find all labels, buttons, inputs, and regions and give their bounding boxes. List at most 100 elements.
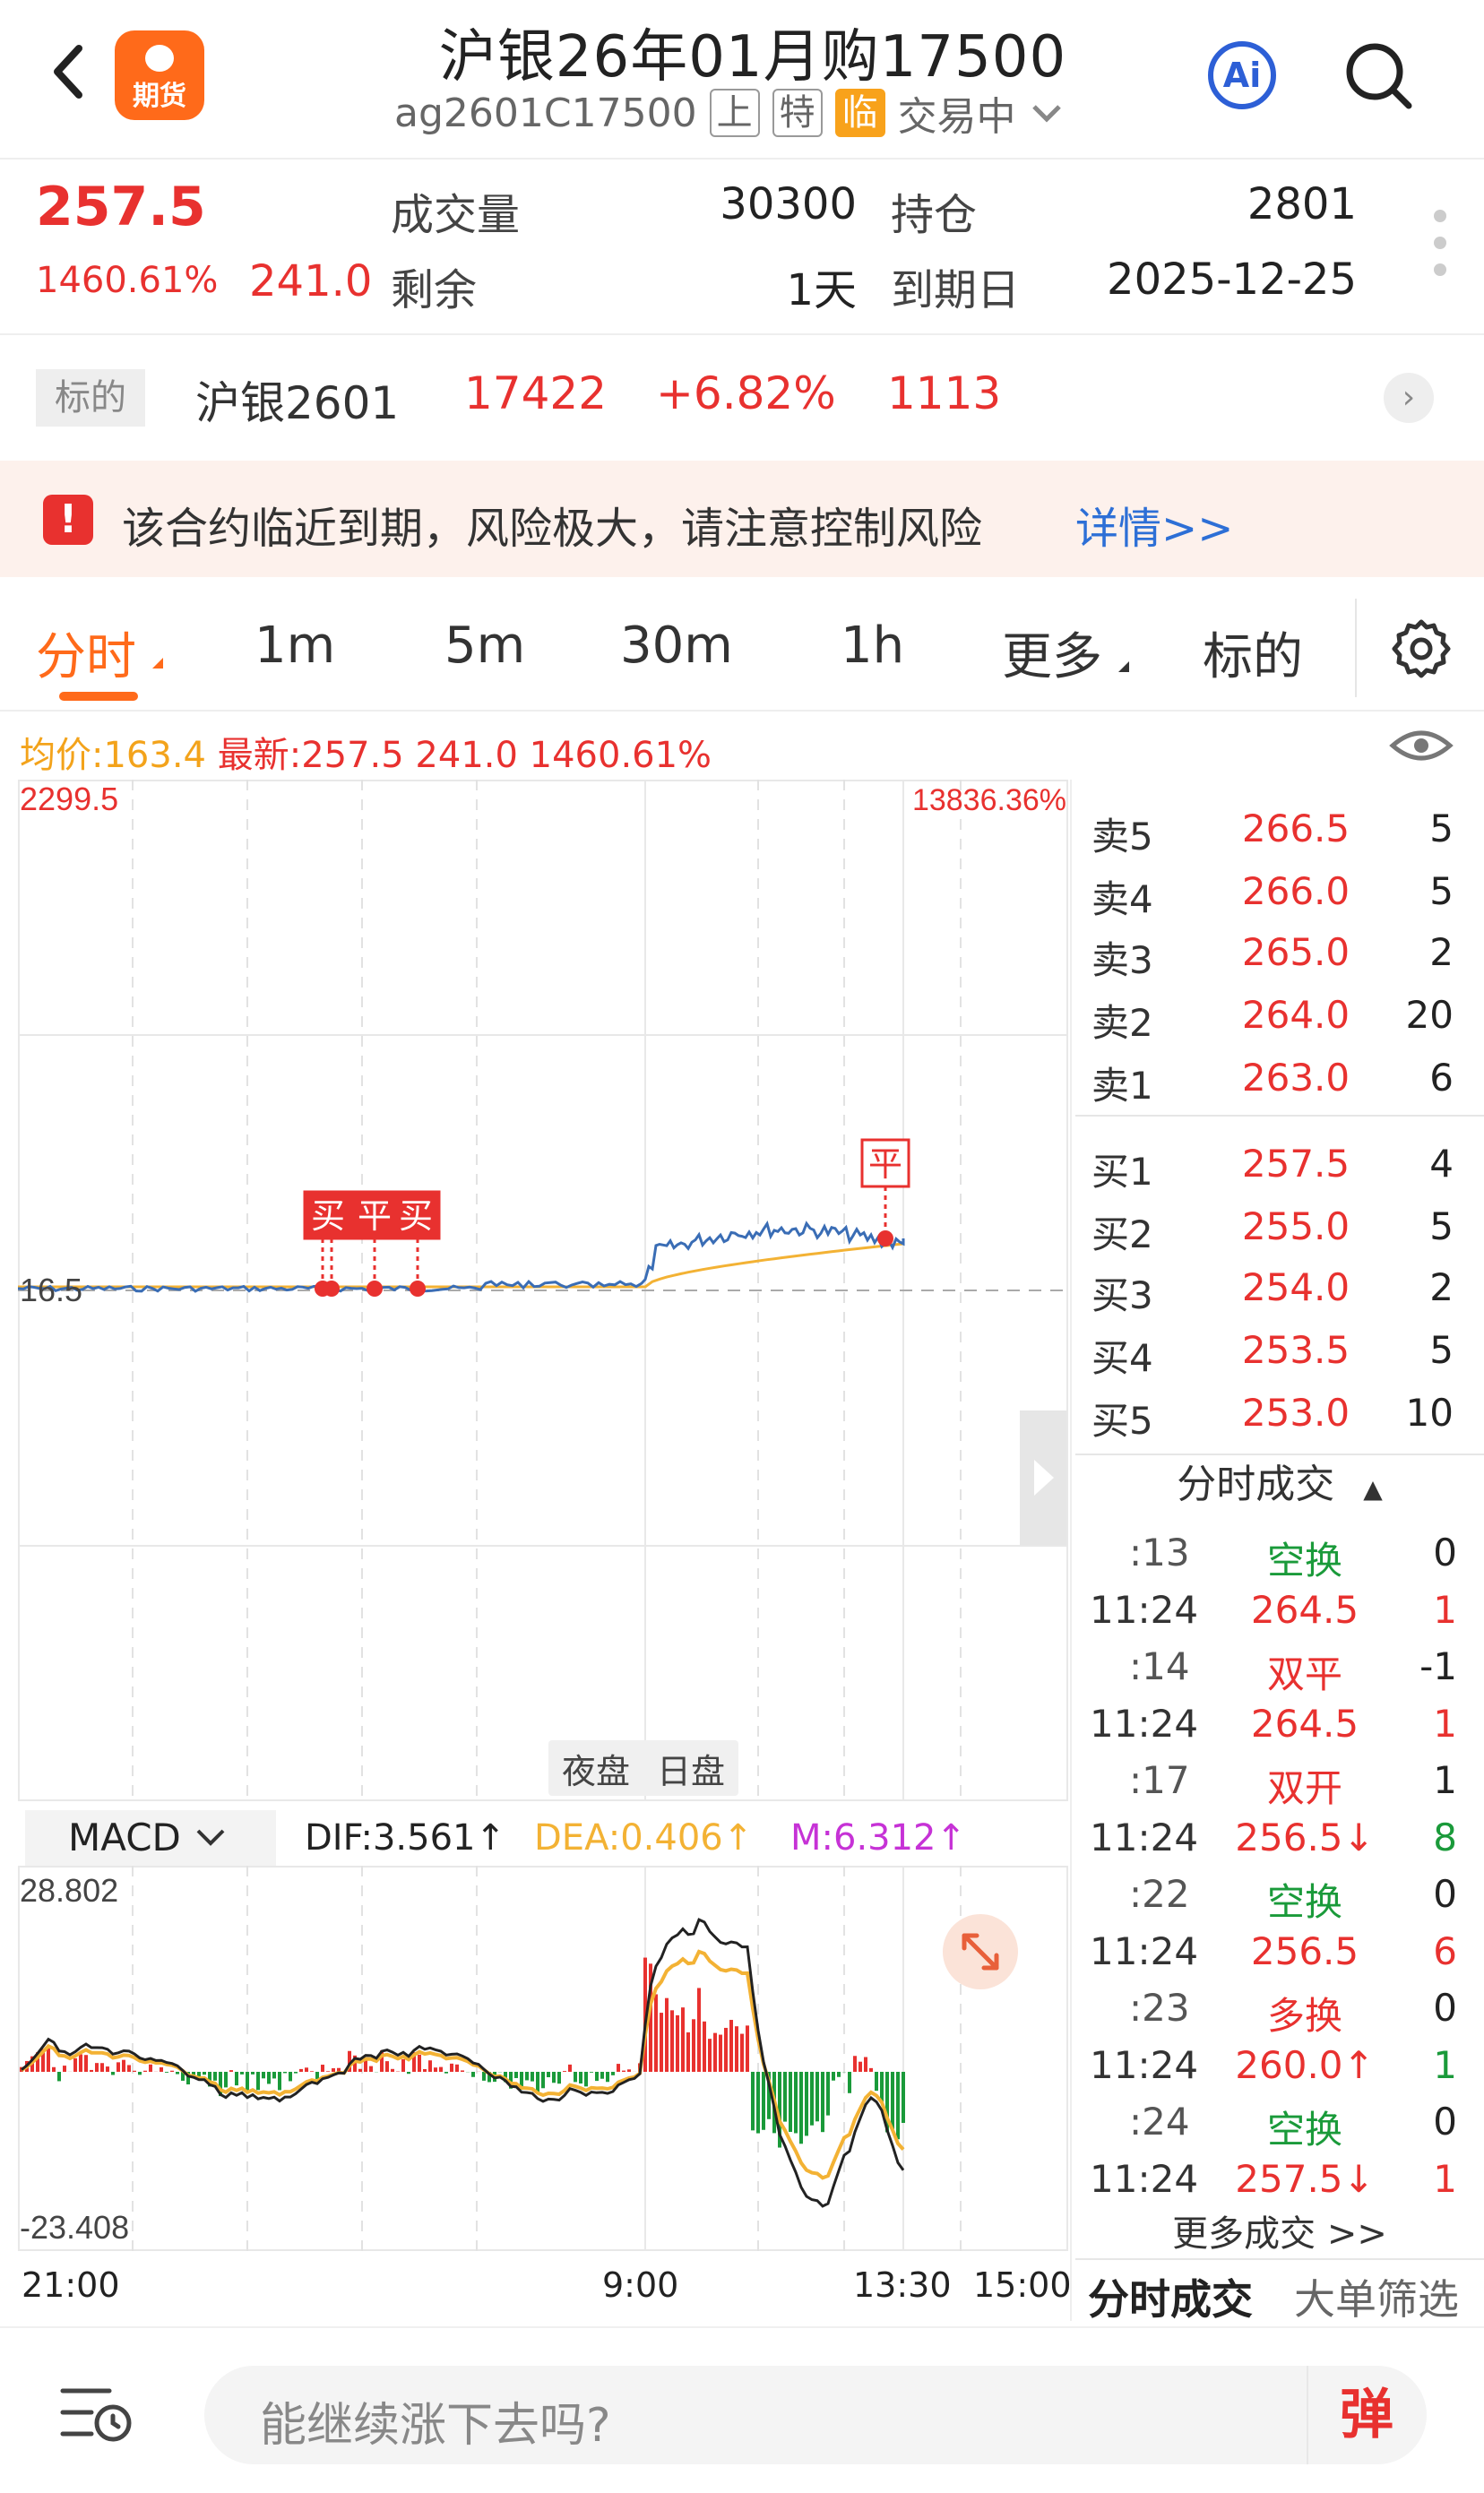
tab-1m[interactable]: 1m [255, 617, 335, 675]
trade-marker[interactable]: 买 [303, 1190, 353, 1297]
ask-row[interactable]: 卖4 266.0 5 [1075, 858, 1470, 921]
macd-dashed-grid [132, 1866, 962, 2251]
macd-bar [439, 2066, 443, 2072]
risk-details-link[interactable]: 详情>> [1075, 493, 1233, 556]
macd-bar [369, 2066, 373, 2072]
macd-bar [789, 2072, 792, 2133]
gear-icon[interactable] [1387, 615, 1455, 683]
macd-bar [848, 2072, 851, 2093]
tab-more[interactable]: 更多 [1002, 617, 1102, 689]
last-price: 257.5 [36, 176, 206, 238]
eye-icon[interactable] [1387, 720, 1455, 771]
more-trades-link[interactable]: 更多成交 >> [1075, 2204, 1484, 2256]
back-arrow-icon[interactable] [43, 36, 106, 108]
macd-bar [858, 2061, 862, 2072]
trade-price: 空换 [1266, 1880, 1342, 1924]
trade-price: 双平 [1266, 1652, 1342, 1696]
ask-row[interactable]: 卖2 264.0 20 [1075, 982, 1470, 1045]
futures-app-logo[interactable]: 期货 [115, 30, 204, 120]
macd-dea: DEA:0.406↑ [534, 1817, 754, 1859]
day-session-label[interactable]: 日盘 [657, 1744, 725, 1793]
top-header: 期货 沪银26年01月购17500 ag2601C17500 上 特 临 交易中… [0, 0, 1484, 158]
ask-row[interactable]: 卖3 265.0 2 [1075, 919, 1470, 982]
trade-price: 257.5↓ [1235, 2156, 1375, 2201]
ask-qty: 20 [1405, 993, 1454, 1037]
pct-change: 1460.61% [36, 260, 219, 301]
tab-30m[interactable]: 30m [620, 617, 733, 675]
ai-assistant-icon[interactable]: Ai [1208, 41, 1276, 109]
tab-intraday[interactable]: 分时 [36, 617, 136, 689]
bid-row[interactable]: 买2 255.0 5 [1075, 1194, 1470, 1256]
macd-bar [240, 2072, 244, 2075]
bid-price: 253.0 [1241, 1391, 1350, 1435]
ask-level-label: 卖1 [1091, 1064, 1153, 1108]
trade-time: :22 [1129, 1872, 1190, 1916]
expand-icon[interactable] [943, 1914, 1018, 1989]
macd-bar [574, 2072, 577, 2083]
trade-qty: -1 [1419, 1644, 1457, 1688]
macd-bar [278, 2072, 281, 2091]
bid-row[interactable]: 买3 254.0 2 [1075, 1255, 1470, 1317]
trade-time: 11:24 [1090, 2156, 1199, 2201]
ask-row[interactable]: 卖5 266.5 5 [1075, 796, 1470, 858]
bid-row[interactable]: 买1 257.5 4 [1075, 1131, 1470, 1194]
night-session-label[interactable]: 夜盘 [562, 1744, 630, 1793]
macd-chart[interactable]: 28.802 -23.408 [18, 1866, 1068, 2251]
macd-bar [729, 2020, 733, 2072]
trades-header[interactable]: 分时成交 ▲ [1075, 1455, 1484, 1514]
intraday-chart[interactable]: 买平买平 2299.5 13836.36% 16.5 [18, 780, 1068, 1801]
macd-bar [428, 2060, 432, 2072]
bid-price: 255.0 [1241, 1204, 1350, 1248]
contract-subline[interactable]: ag2601C17500 上 特 临 交易中 [394, 86, 1065, 140]
tab-underlying[interactable]: 标的 [1203, 617, 1303, 689]
trade-marker-label: 平 [358, 1196, 392, 1236]
trade-qty: 6 [1433, 1928, 1457, 1973]
macd-bar [740, 2033, 744, 2072]
macd-bar [267, 2072, 271, 2084]
macd-bar [697, 1988, 701, 2072]
ask-row[interactable]: 卖1 263.0 6 [1075, 1045, 1470, 1108]
macd-bar [133, 2070, 136, 2072]
macd-bar [326, 2071, 330, 2072]
collapse-panel-handle[interactable] [1020, 1410, 1066, 1545]
macd-bar [600, 2072, 604, 2079]
more-dots-icon[interactable] [1434, 210, 1448, 285]
macd-bar [660, 2013, 663, 2072]
trade-time: :24 [1129, 2100, 1190, 2144]
bid-qty: 2 [1429, 1265, 1454, 1309]
trade-price: 264.5 [1250, 1587, 1359, 1632]
macd-bar [165, 2072, 168, 2073]
indicator-select[interactable]: MACD [25, 1810, 276, 1866]
macd-bar [794, 2072, 798, 2134]
session-switch[interactable]: 夜盘 日盘 [548, 1740, 738, 1796]
trade-marker[interactable]: 买 [391, 1190, 441, 1297]
chevron-down-icon [196, 1829, 225, 1846]
y-top-label: 2299.5 [20, 781, 118, 817]
macd-bar [176, 2072, 179, 2075]
macd-bar [63, 2066, 66, 2072]
bid-level-label: 买3 [1091, 1273, 1153, 1317]
trade-marker[interactable]: 平 [860, 1138, 910, 1246]
bid-row[interactable]: 买4 253.5 5 [1075, 1317, 1470, 1380]
search-icon[interactable] [1342, 39, 1414, 111]
macd-bar [310, 2071, 314, 2072]
trade-row: 11:24 256.5↓ 8 [1075, 1807, 1470, 1864]
danmu-toggle-button[interactable]: 弹 [1307, 2366, 1425, 2464]
chevron-right-icon[interactable]: › [1384, 373, 1434, 423]
filter-settings-icon[interactable] [56, 2378, 142, 2446]
orderbook-divider [1075, 1115, 1484, 1117]
indicator-select-label: MACD [68, 1816, 181, 1859]
tab-tick-trades[interactable]: 分时成交 [1088, 2267, 1253, 2326]
bid-row[interactable]: 买5 253.0 10 [1075, 1380, 1470, 1443]
trade-marker[interactable]: 平 [349, 1190, 400, 1297]
macd-bar [283, 2072, 287, 2074]
x-label-2100: 21:00 [22, 2265, 120, 2305]
trade-qty: 1 [1433, 1758, 1457, 1802]
macd-bar [90, 2069, 93, 2072]
tab-big-orders[interactable]: 大单筛选 [1294, 2267, 1459, 2326]
tab-5m[interactable]: 5m [444, 617, 525, 675]
tab-1h[interactable]: 1h [841, 617, 904, 675]
macd-bar [246, 2072, 249, 2092]
macd-bar [251, 2072, 255, 2075]
bid-qty: 10 [1405, 1391, 1454, 1435]
